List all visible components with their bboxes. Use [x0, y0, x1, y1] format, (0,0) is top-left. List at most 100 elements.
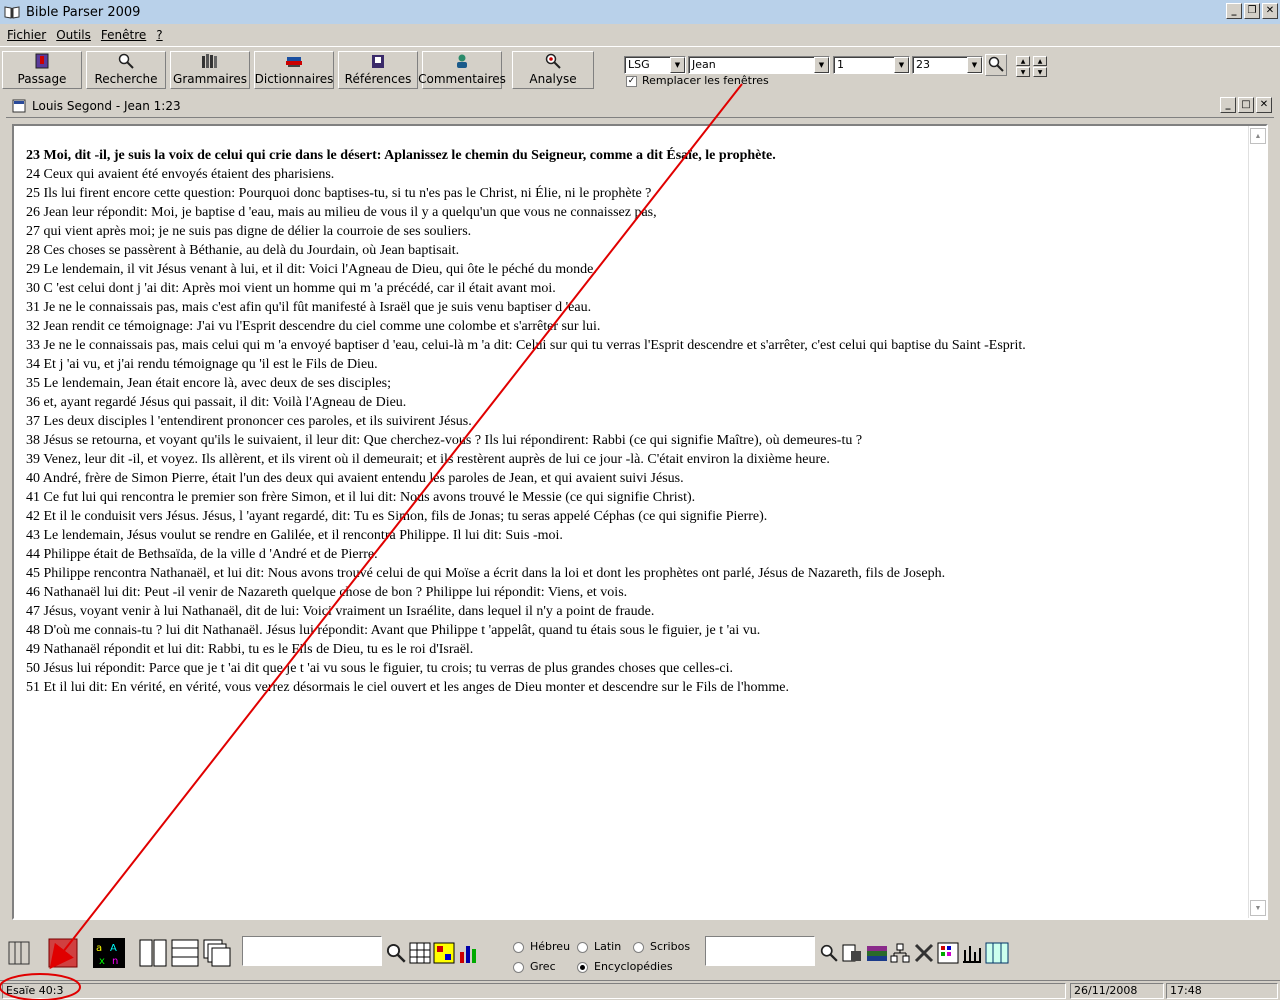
verse-line: 29 Le lendemain, il vit Jésus venant à l…	[26, 262, 597, 277]
grammaires-button[interactable]: Grammaires	[170, 51, 250, 89]
recherche-button[interactable]: Recherche	[86, 51, 166, 89]
radio-encyclopedies[interactable]	[577, 962, 588, 973]
status-reference: Esaïe 40:3	[2, 983, 1066, 999]
passage-button[interactable]: Passage	[2, 51, 82, 89]
dictionnaires-button[interactable]: Dictionnaires	[254, 51, 334, 89]
child-title-bar[interactable]: Louis Segond - Jean 1:23 _ □ ✕	[6, 94, 1274, 118]
spin-up-button-2[interactable]: ▲	[1033, 56, 1047, 66]
verse-line: 48 D'où me connais-tu ? lui dit Nathanaë…	[26, 623, 761, 638]
status-time: 17:48	[1166, 983, 1278, 999]
spin-up-button[interactable]: ▲	[1016, 56, 1030, 66]
library-icon[interactable]	[864, 938, 890, 968]
child-title: Louis Segond - Jean 1:23	[32, 98, 181, 113]
menu-bar: Fichier Outils Fenêtre ?	[0, 24, 1280, 46]
people-icon	[453, 52, 471, 70]
tools-icon[interactable]	[912, 938, 936, 968]
verse-line: 51 Et il lui dit: En vérité, en vérité, …	[26, 680, 789, 695]
verse-line: 37 Les deux disciples l 'entendirent pro…	[26, 414, 472, 429]
verse-text-area[interactable]: 23 Moi, dit -il, je suis la voix de celu…	[12, 124, 1268, 920]
verse-line: 24 Ceux qui avaient été envoyés étaient …	[26, 167, 335, 182]
svg-text:A: A	[110, 943, 117, 954]
radio-grec[interactable]	[513, 962, 524, 973]
layout-columns-icon[interactable]	[138, 938, 168, 968]
book-select[interactable]: Jean ▼	[688, 56, 830, 74]
analyse-button[interactable]: Analyse	[512, 51, 594, 89]
radio-scribos[interactable]	[633, 942, 644, 953]
go-button[interactable]	[985, 54, 1007, 76]
svg-text:a: a	[96, 943, 102, 954]
status-date: 26/11/2008	[1070, 983, 1164, 999]
verse-line: 25 Ils lui firent encore cette question:…	[26, 186, 652, 201]
magnifier-icon[interactable]	[384, 938, 408, 968]
verse-line: 31 Je ne le connaissais pas, mais c'est …	[26, 300, 592, 315]
child-minimize-button[interactable]: _	[1220, 97, 1236, 113]
scroll-up-button[interactable]: ▲	[1250, 128, 1266, 144]
title-bar[interactable]: Bible Parser 2009 _ ❐ ✕	[0, 0, 1280, 24]
pattern-icon[interactable]	[936, 938, 960, 968]
statistics-icon[interactable]	[960, 938, 984, 968]
radio-latin[interactable]	[577, 942, 588, 953]
bookshelf-icon[interactable]	[4, 938, 34, 968]
bar-chart-icon[interactable]	[456, 938, 482, 968]
menu-fichier[interactable]: Fichier	[2, 28, 51, 42]
verse-line: 41 Ce fut lui qui rencontra le premier s…	[26, 490, 696, 505]
grid-icon[interactable]	[408, 938, 432, 968]
close-button[interactable]: ✕	[1262, 3, 1278, 19]
verse-line: 39 Venez, leur dit -il, et voyez. Ils al…	[26, 452, 830, 467]
radio-scribos-label: Scribos	[650, 940, 691, 953]
radio-hebreu-label: Hébreu	[530, 940, 571, 953]
references-button[interactable]: Références	[338, 51, 418, 89]
child-maximize-button[interactable]: □	[1238, 97, 1254, 113]
replace-windows-checkbox[interactable]: ✓	[626, 76, 637, 87]
chevron-down-icon[interactable]: ▼	[967, 57, 982, 73]
word-search-field[interactable]	[705, 936, 815, 966]
bible-icon	[33, 52, 51, 70]
references-icon	[369, 52, 387, 70]
window-title: Bible Parser 2009	[26, 4, 141, 20]
commentaires-button[interactable]: Commentaires	[418, 51, 506, 89]
table-icon[interactable]	[432, 938, 456, 968]
magnifier-icon	[544, 52, 562, 70]
menu-outils[interactable]: Outils	[51, 28, 96, 42]
verse-line: 34 Et j 'ai vu, et j'ai rendu témoignage…	[26, 357, 378, 372]
search-icon	[117, 52, 135, 70]
spin-down-button-2[interactable]: ▼	[1033, 67, 1047, 77]
magnifier-icon[interactable]	[818, 938, 840, 968]
chevron-down-icon[interactable]: ▼	[814, 57, 829, 73]
layout-rows-icon[interactable]	[170, 938, 200, 968]
chevron-down-icon[interactable]: ▼	[894, 57, 909, 73]
verse-line: 42 Et il le conduisit vers Jésus. Jésus,…	[26, 509, 768, 524]
document-icon	[12, 99, 26, 113]
chevron-down-icon[interactable]: ▼	[670, 57, 685, 73]
child-close-button[interactable]: ✕	[1256, 97, 1272, 113]
verse-line: 40 André, frère de Simon Pierre, était l…	[26, 471, 684, 486]
concordance-icon[interactable]	[840, 938, 864, 968]
highlight-icon[interactable]	[48, 938, 78, 968]
radio-hebreu[interactable]	[513, 942, 524, 953]
menu-fenetre[interactable]: Fenêtre	[96, 28, 151, 42]
books-icon	[201, 52, 219, 70]
verse-line: 44 Philippe était de Bethsaïda, de la vi…	[26, 547, 378, 562]
svg-text:n: n	[112, 956, 118, 967]
spin-down-button[interactable]: ▼	[1016, 67, 1030, 77]
morphology-icon[interactable]: aAxn	[92, 938, 126, 968]
columns-icon[interactable]	[984, 938, 1010, 968]
restore-button[interactable]: ❐	[1244, 3, 1260, 19]
verse-list: 23 Moi, dit -il, je suis la voix de celu…	[26, 146, 1026, 697]
verse-line: 32 Jean rendit ce témoignage: J'ai vu l'…	[26, 319, 601, 334]
layout-cascade-icon[interactable]	[202, 938, 232, 968]
verse-select[interactable]: 23 ▼	[912, 56, 983, 74]
chapter-select[interactable]: 1 ▼	[833, 56, 910, 74]
verse-line: 45 Philippe rencontra Nathanaël, et lui …	[26, 566, 946, 581]
verse-line: 36 et, ayant regardé Jésus qui passait, …	[26, 395, 407, 410]
vertical-scrollbar[interactable]: ▲ ▼	[1248, 126, 1266, 918]
search-field[interactable]	[242, 936, 382, 966]
menu-help[interactable]: ?	[151, 28, 167, 42]
scroll-down-button[interactable]: ▼	[1250, 900, 1266, 916]
network-icon[interactable]	[888, 938, 912, 968]
version-select[interactable]: LSG ▼	[624, 56, 686, 74]
verse-line: 46 Nathanaël lui dit: Peut -il venir de …	[26, 585, 628, 600]
verse-line: 28 Ces choses se passèrent à Béthanie, a…	[26, 243, 460, 258]
verse-line: 35 Le lendemain, Jean était encore là, a…	[26, 376, 392, 391]
minimize-button[interactable]: _	[1226, 3, 1242, 19]
